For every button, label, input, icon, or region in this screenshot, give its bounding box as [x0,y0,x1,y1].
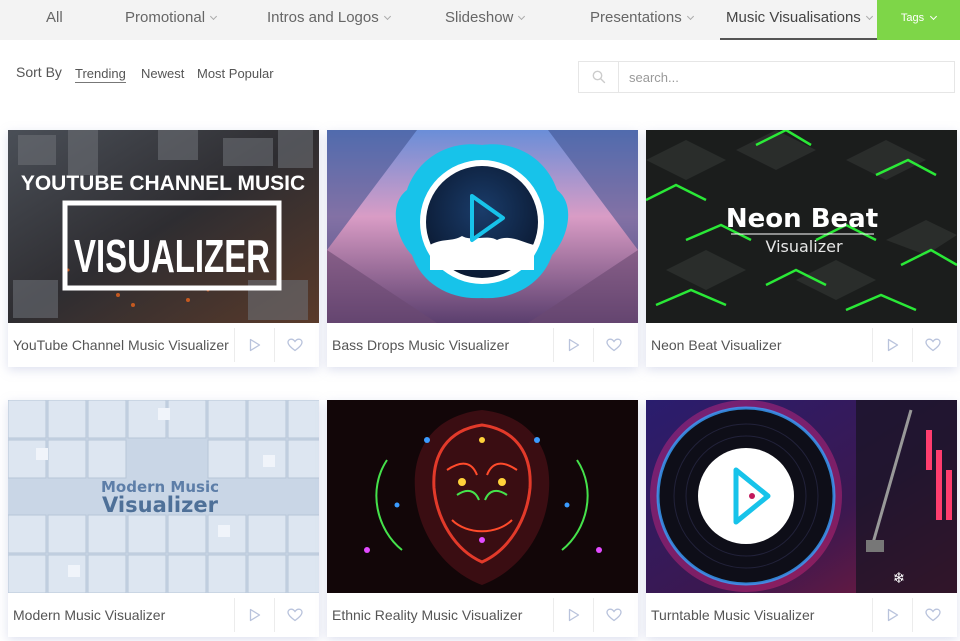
nav-item-promotional[interactable]: Promotional [125,0,218,40]
nav-item-label: Music Visualisations [726,9,861,26]
nav-item-music-visualisations[interactable]: Music Visualisations [726,0,873,40]
favorite-button[interactable] [274,598,314,632]
nav-item-label: All [46,9,63,26]
sort-option-newest[interactable]: Newest [141,66,184,81]
favorite-button[interactable] [912,328,952,362]
nav-item-intros-logos[interactable]: Intros and Logos [267,0,391,40]
chevron-down-icon [865,12,873,21]
thumbnail-youtube-channel-visualizer[interactable]: YOUTUBE CHANNEL MUSIC VISUALIZER [8,130,319,323]
card-caption: Neon Beat Visualizer [646,323,957,367]
active-nav-indicator [720,38,877,40]
search-box [578,61,955,93]
nav-item-all[interactable]: All [46,0,63,40]
template-card[interactable]: Ethnic Reality Music Visualizer [327,400,638,637]
thumbnail-bass-drops-visualizer[interactable] [327,130,638,323]
tags-dropdown-button[interactable]: Tags [877,0,960,40]
template-card[interactable]: ❄ Turntable Music Visualizer [646,400,957,637]
chevron-down-icon [210,12,218,21]
heart-icon [286,608,303,622]
thumbnail-ethnic-reality-visualizer[interactable] [327,400,638,593]
sort-option-trending[interactable]: Trending [75,66,126,83]
play-icon [568,338,579,352]
card-caption: Modern Music Visualizer [8,593,319,637]
chevron-down-icon [930,12,938,21]
heart-icon [286,338,303,352]
card-caption: Bass Drops Music Visualizer [327,323,638,367]
thumbnail-neon-beat-visualizer[interactable]: Neon Beat Visualizer [646,130,957,323]
thumb-text-line2: Visualizer [765,237,842,256]
card-title[interactable]: YouTube Channel Music Visualizer [13,323,233,367]
favorite-button[interactable] [593,328,633,362]
thumbnail-modern-music-visualizer[interactable]: Modern Music Visualizer [8,400,319,593]
play-icon [887,608,898,622]
play-icon [568,608,579,622]
card-title[interactable]: Ethnic Reality Music Visualizer [332,593,552,637]
play-icon [249,608,260,622]
chevron-down-icon [518,12,526,21]
preview-button[interactable] [553,598,593,632]
heart-icon [924,608,941,622]
category-nav: All Promotional Intros and Logos Slidesh… [0,0,960,40]
sort-option-most-popular[interactable]: Most Popular [197,66,274,81]
tags-label: Tags [900,12,925,24]
nav-item-label: Promotional [125,9,206,26]
template-card[interactable]: Neon Beat Visualizer Neon Beat Visualize… [646,130,957,367]
thumb-text-line2: VISUALIZER [74,230,270,282]
nav-item-label: Presentations [590,9,682,26]
heart-icon [605,338,622,352]
card-caption: YouTube Channel Music Visualizer [8,323,319,367]
card-caption: Turntable Music Visualizer [646,593,957,637]
thumb-text-line2: Visualizer [102,493,219,517]
heart-icon [605,608,622,622]
favorite-button[interactable] [912,598,952,632]
preview-button[interactable] [553,328,593,362]
card-title[interactable]: Neon Beat Visualizer [651,323,871,367]
card-title[interactable]: Modern Music Visualizer [13,593,233,637]
chevron-down-icon [686,12,694,21]
search-icon[interactable] [579,62,619,92]
search-input[interactable] [620,62,954,92]
template-card[interactable]: YOUTUBE CHANNEL MUSIC VISUALIZER YouTube… [8,130,319,367]
nav-item-slideshow[interactable]: Slideshow [445,0,526,40]
favorite-button[interactable] [274,328,314,362]
nav-item-label: Intros and Logos [267,9,379,26]
svg-text:❄: ❄ [893,569,906,587]
thumb-text-line1: Neon Beat [726,204,878,234]
play-icon [249,338,260,352]
card-title[interactable]: Turntable Music Visualizer [651,593,871,637]
thumbnail-turntable-visualizer[interactable]: ❄ [646,400,957,593]
preview-button[interactable] [872,598,912,632]
card-caption: Ethnic Reality Music Visualizer [327,593,638,637]
template-card[interactable]: Bass Drops Music Visualizer [327,130,638,367]
preview-button[interactable] [234,328,274,362]
sort-by-label: Sort By [16,64,62,80]
play-icon [887,338,898,352]
nav-item-presentations[interactable]: Presentations [590,0,694,40]
chevron-down-icon [383,12,391,21]
nav-item-label: Slideshow [445,9,514,26]
template-card[interactable]: Modern Music Visualizer Modern Music Vis… [8,400,319,637]
card-title[interactable]: Bass Drops Music Visualizer [332,323,552,367]
thumb-text-line1: YOUTUBE CHANNEL MUSIC [21,172,305,195]
heart-icon [924,338,941,352]
preview-button[interactable] [234,598,274,632]
preview-button[interactable] [872,328,912,362]
favorite-button[interactable] [593,598,633,632]
